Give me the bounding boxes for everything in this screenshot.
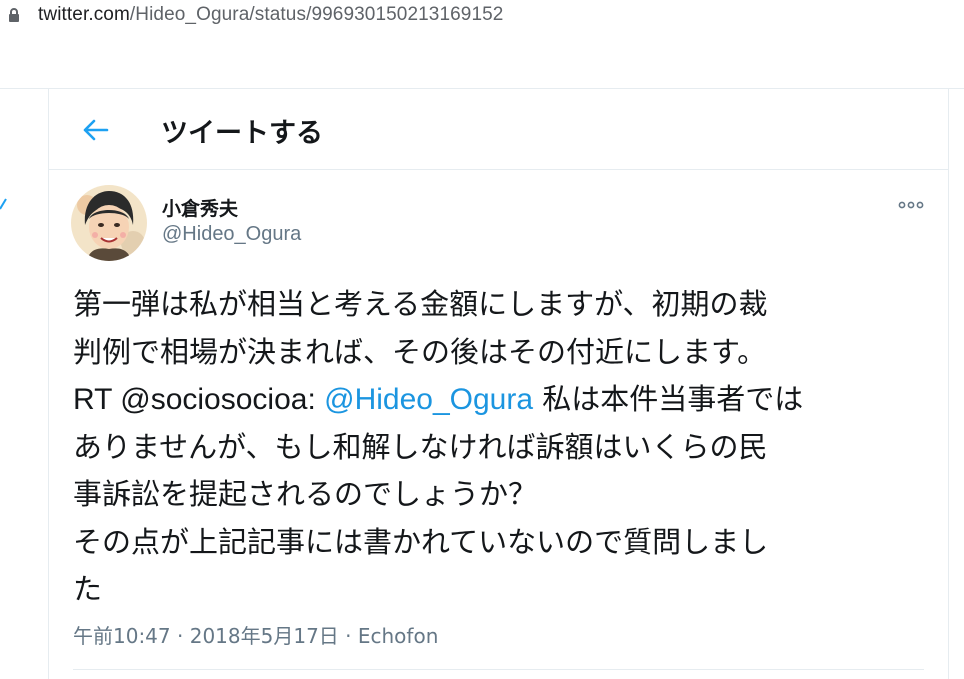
browser-url-bar[interactable]: twitter.com/Hideo_Ogura/status/996930150… — [0, 0, 964, 33]
url-host: twitter.com — [38, 4, 130, 25]
page-header: ツイートする — [49, 89, 948, 170]
tweet-date[interactable]: 2018年5月17日 — [190, 624, 339, 648]
tweet-source[interactable]: Echofon — [358, 624, 439, 648]
author-name[interactable]: 小倉秀夫 — [162, 194, 238, 221]
page-title: ツイートする — [161, 118, 323, 149]
tweet-text-segment: その点が上記記事には書かれていないので質問しまし — [73, 524, 769, 559]
tweet-text-segment: RT @sociosocioa: — [73, 383, 325, 416]
tweet-text-segment: 第一弾は私が相当と考える金額にしますが、初期の裁 — [73, 287, 768, 321]
tweet-text-segment: 判例で相場が決まれば、その後はその付近にします。 — [73, 334, 767, 369]
tweet-line: 第一弾は私が相当と考える金額にしますが、初期の裁 — [73, 281, 913, 329]
tweet-time[interactable]: 午前10:47 — [73, 624, 171, 648]
arrow-left-icon — [83, 119, 109, 141]
tweet-meta: 午前10:47 · 2018年5月17日 · Echofon — [73, 620, 438, 649]
tweet-text: 第一弾は私が相当と考える金額にしますが、初期の裁 判例で相場が決まれば、その後は… — [73, 281, 913, 614]
meta-separator: · — [170, 624, 190, 648]
tweet-text-segment: た — [73, 572, 103, 606]
avatar[interactable] — [71, 185, 147, 261]
tweet-line: ありませんが、もし和解しなければ訴額はいくらの民 — [73, 424, 913, 472]
tweet-line: た — [73, 566, 913, 614]
author-handle[interactable]: @Hideo_Ogura — [162, 223, 301, 246]
mention-link[interactable]: @Hideo_Ogura — [324, 383, 533, 416]
tweet-line: 判例で相場が決まれば、その後はその付近にします。 — [73, 329, 913, 377]
tweet-text-segment: ありませんが、もし和解しなければ訴額はいくらの民 — [73, 429, 768, 464]
avatar-image — [71, 185, 147, 261]
more-options-button[interactable] — [897, 196, 925, 214]
more-horizontal-icon — [898, 201, 924, 209]
left-nav — [0, 89, 48, 679]
tweet-line: RT @sociosocioa: @Hideo_Ogura 私は本件当事者では — [73, 376, 913, 424]
main-column: ツイートする 小倉秀夫 @Hideo_Ogura 第一弾は私が相当と考える金額に… — [48, 89, 949, 679]
lock-icon — [9, 8, 19, 22]
tweet-text-segment: 事訴訟を提起されるのでしょうか？ — [73, 477, 538, 511]
tweet-line: その点が上記記事には書かれていないので質問しまし — [73, 519, 913, 567]
meta-separator: · — [338, 624, 358, 648]
url-text[interactable]: twitter.com/Hideo_Ogura/status/996930150… — [38, 4, 503, 26]
top-bar — [0, 33, 964, 89]
nav-partial-icon[interactable] — [0, 197, 8, 211]
url-path: /Hideo_Ogura/status/996930150213169152 — [129, 4, 504, 25]
tweet-text-segment: 私は本件当事者では — [533, 382, 804, 416]
back-button[interactable] — [77, 111, 115, 149]
tweet-line: 事訴訟を提起されるのでしょうか？ — [73, 471, 913, 519]
divider — [73, 669, 924, 670]
